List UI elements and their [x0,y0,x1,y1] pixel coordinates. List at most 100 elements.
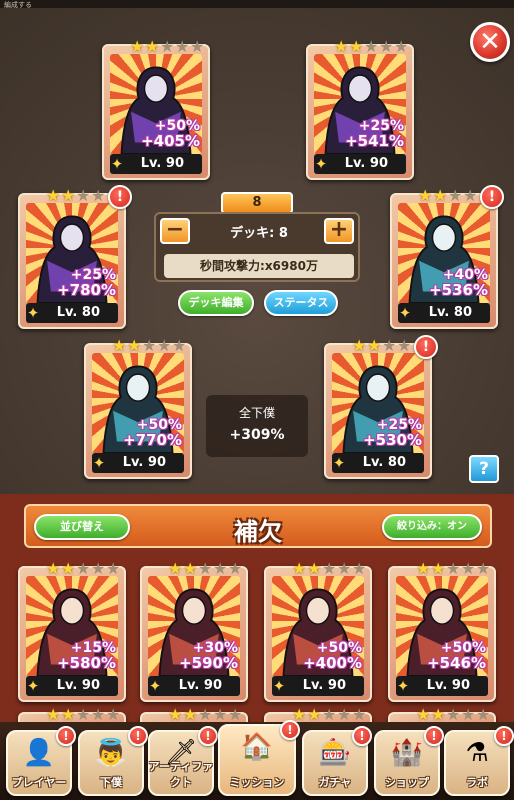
rarity-stars: ★★★★★ [168,560,243,578]
star-icon: ★ [352,336,367,355]
bonus-stat-secondary: +405% [141,132,200,150]
star-icon: ★ [160,37,175,56]
bonus-stat-secondary: +770% [123,431,182,449]
star-icon: ★ [394,37,409,56]
star-icon: ★ [418,186,433,205]
deck-panel: − デッキ: 8 + 秒間攻撃力:x6980万 [154,212,360,282]
star-icon: ★ [198,559,213,578]
unit-card[interactable]: ★ ★ ★ ★ ★ +50% +405% Lv. 90 ✦ [102,38,210,180]
rarity-stars: ★★★★★ [334,38,409,56]
star-icon: ★ [476,559,491,578]
star-icon: ★ [367,336,382,355]
reserve-header: 並び替え 補欠 絞り込み：オン [24,504,492,548]
class-emblem-icon: ✦ [92,454,106,472]
star-icon: ★ [334,37,349,56]
deck-label: デッキ: 8 [230,226,288,241]
star-icon: ★ [431,559,446,578]
dps-readout: 秒間攻撃力:x6980万 [164,254,354,278]
deck-next-button[interactable]: + [324,218,354,244]
star-icon: ★ [91,186,106,205]
star-icon: ★ [349,37,364,56]
class-emblem-icon: ✦ [26,304,40,322]
star-icon: ★ [127,336,142,355]
nav-mission[interactable]: 🏠 ミッション! [218,720,300,796]
star-icon: ★ [172,336,187,355]
close-icon: ✕ [479,27,501,57]
star-icon: ★ [228,559,243,578]
unit-card[interactable]: ★ ★ ★ ★ ★ +50% +546% Lv. 90 ✦ [388,560,496,702]
star-icon: ★ [364,37,379,56]
star-icon: ★ [379,37,394,56]
rarity-stars: ★★★★★ [416,560,491,578]
bottom-nav: 👤 プレイヤー! 👼 下僕! 🗡 アーティファクト! 🏠 ミッション! 🎰 ガチャ! 🏰 ショップ! ⚗… [0,720,514,800]
star-icon: ★ [142,336,157,355]
class-emblem-icon: ✦ [110,155,124,173]
star-icon: ★ [292,559,307,578]
bonus-stat-secondary: +546% [427,654,486,672]
star-icon: ★ [130,37,145,56]
bonus-stat-secondary: +536% [429,281,488,299]
star-icon: ★ [61,186,76,205]
star-icon: ★ [337,559,352,578]
unit-card[interactable]: ★ ★ ★ ★ ★ +15% +580% Lv. 90 ✦ [18,560,126,702]
nav-label: ショップ [385,776,429,789]
all-servants-bonus: 全下僕 +309% [206,395,308,457]
star-icon: ★ [168,559,183,578]
class-emblem-icon: ✦ [314,155,328,173]
star-icon: ★ [397,336,412,355]
unit-card[interactable]: ★★★★★+25%+530%Lv. 80✦! [324,335,438,479]
star-icon: ★ [190,37,205,56]
class-emblem-icon: ✦ [272,677,286,695]
unit-card[interactable]: ★ ★ ★ ★ ★ +50% +770% Lv. 90 ✦ [84,337,192,479]
star-icon: ★ [352,559,367,578]
nav-label: プレイヤー [11,776,67,789]
close-button[interactable]: ✕ [470,22,510,62]
bonus-stat-secondary: +580% [57,654,116,672]
plus-icon: + [329,217,349,242]
top-status-strip: 編成する [0,0,514,9]
unit-card[interactable]: ★ ★ ★ ★ ★ +25% +541% Lv. 90 ✦ [306,38,414,180]
alert-badge-icon: ! [108,185,132,209]
star-icon: ★ [76,186,91,205]
alert-badge-icon: ! [198,726,218,746]
deck-number-tab[interactable]: 8 [221,192,293,214]
star-icon: ★ [106,559,121,578]
nav-label: ミッション [229,776,285,789]
nav-artifact[interactable]: 🗡 アーティファクト! [148,726,218,796]
unit-card[interactable]: ★ ★ ★ ★ ★ +30% +590% Lv. 90 ✦ [140,560,248,702]
help-button[interactable]: ? [469,455,499,483]
alert-badge-icon: ! [424,726,444,746]
star-icon: ★ [463,186,478,205]
nav-gacha[interactable]: 🎰 ガチャ! [302,726,372,796]
status-button[interactable]: ステータス [264,290,338,316]
filter-button[interactable]: 絞り込み：オン [382,514,482,540]
class-emblem-icon: ✦ [148,677,162,695]
unit-card[interactable]: ★ ★ ★ ★ ★ +50% +400% Lv. 90 ✦ [264,560,372,702]
nav-shop[interactable]: 🏰 ショップ! [374,726,444,796]
unit-card[interactable]: ★★★★★+25%+780%Lv. 80✦! [18,185,132,329]
star-icon: ★ [175,37,190,56]
nav-servant[interactable]: 👼 下僕! [78,726,148,796]
class-emblem-icon: ✦ [332,454,346,472]
star-icon: ★ [213,559,228,578]
rarity-stars: ★★★★★ [112,337,187,355]
nav-player[interactable]: 👤 プレイヤー! [6,726,76,796]
rarity-stars: ★★★★★ [130,38,205,56]
minus-icon: − [165,217,185,242]
class-emblem-icon: ✦ [398,304,412,322]
star-icon: ★ [145,37,160,56]
star-icon: ★ [448,186,463,205]
nav-lab[interactable]: ⚗ ラボ! [444,726,514,796]
star-icon: ★ [46,186,61,205]
star-icon: ★ [46,559,61,578]
deck-edit-button[interactable]: デッキ編集 [178,290,254,316]
nav-label: アーティファクト [148,760,214,789]
star-icon: ★ [183,559,198,578]
bonus-stat-secondary: +400% [303,654,362,672]
bonus-stat-secondary: +780% [57,281,116,299]
star-icon: ★ [461,559,476,578]
alert-badge-icon: ! [280,720,300,740]
star-icon: ★ [91,559,106,578]
unit-card[interactable]: ★★★★★+40%+536%Lv. 80✦! [390,185,504,329]
alert-badge-icon: ! [128,726,148,746]
